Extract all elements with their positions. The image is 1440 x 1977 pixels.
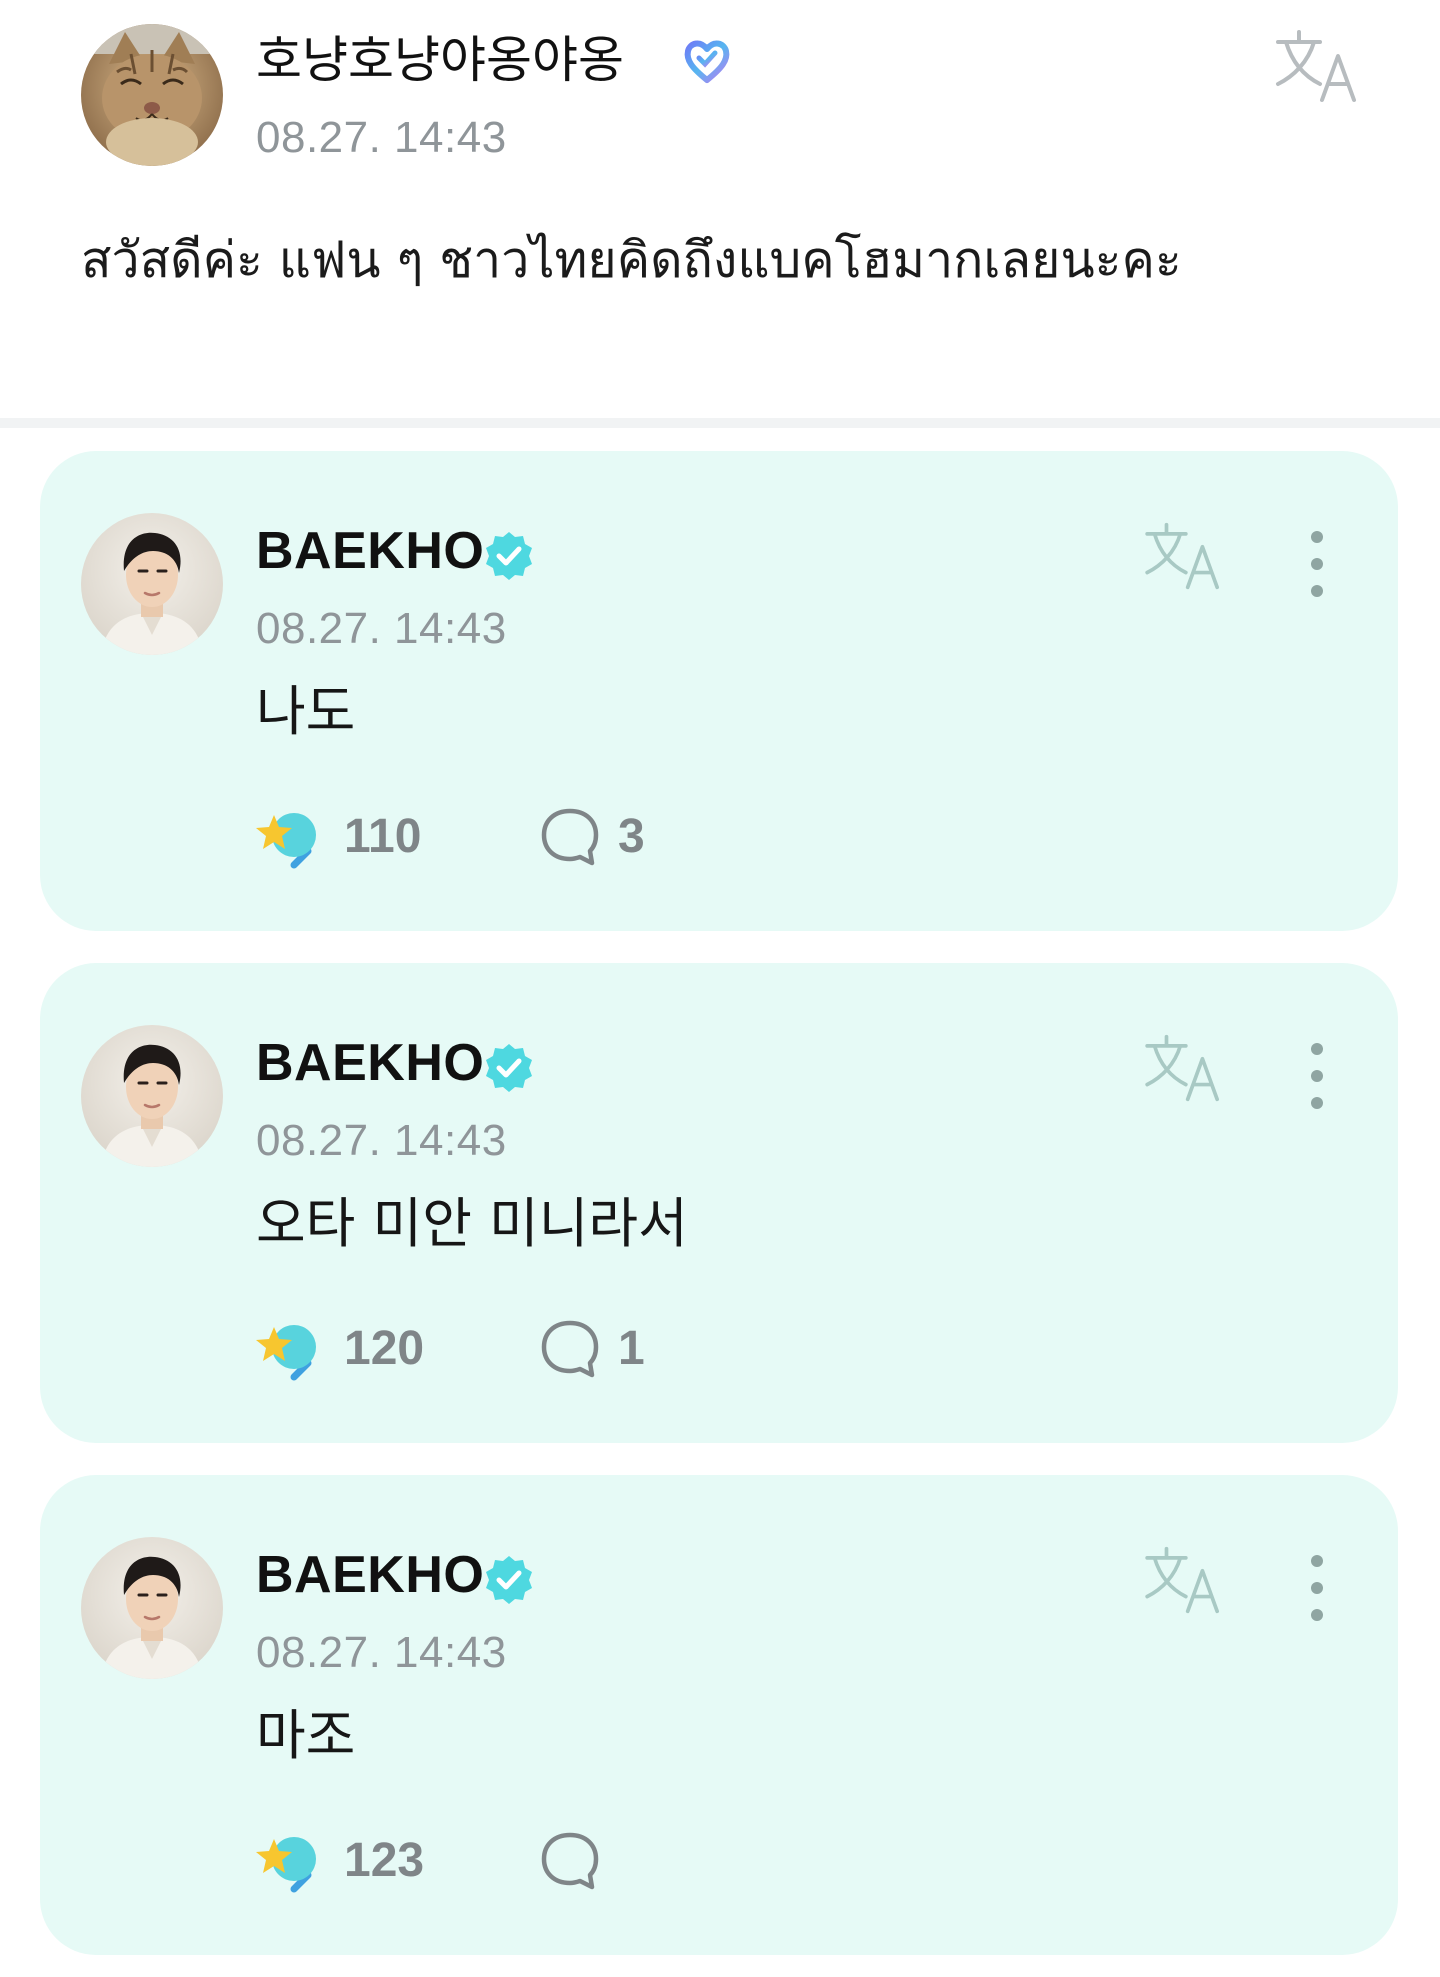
translate-icon[interactable]	[1143, 1545, 1225, 1615]
more-options-icon[interactable]	[1302, 529, 1332, 599]
post-timestamp: 08.27. 14:43	[256, 113, 507, 162]
star-like-icon[interactable]	[256, 1829, 322, 1893]
comment-text: 나도	[256, 680, 356, 743]
translate-icon[interactable]	[1143, 521, 1225, 591]
more-options-icon[interactable]	[1302, 1041, 1332, 1111]
avatar[interactable]	[81, 24, 223, 166]
comment-card[interactable]: BAEKHO 08.27. 14:43 마조 123	[40, 1475, 1398, 1955]
cat-avatar-icon	[81, 24, 223, 166]
reply-bubble-icon[interactable]	[540, 1829, 600, 1891]
reply-count: 3	[618, 810, 645, 863]
author-name[interactable]: BAEKHO	[256, 1545, 484, 1605]
comment-footer: 120 1	[256, 1317, 856, 1381]
person-avatar-icon	[81, 1537, 223, 1679]
comment-timestamp: 08.27. 14:43	[256, 1628, 507, 1677]
artist-avatar[interactable]	[81, 513, 223, 655]
comment-card[interactable]: BAEKHO 08.27. 14:43 오타 미안 미니라서 120 1	[40, 963, 1398, 1443]
like-count: 110	[344, 810, 422, 863]
author-name[interactable]: BAEKHO	[256, 1033, 484, 1093]
verified-badge-icon	[482, 529, 536, 583]
comment-footer: 110 3	[256, 805, 856, 869]
star-like-icon[interactable]	[256, 805, 322, 869]
artist-avatar[interactable]	[81, 1537, 223, 1679]
comment-footer: 123	[256, 1829, 856, 1893]
reply-bubble-icon[interactable]	[540, 805, 600, 867]
divider	[0, 418, 1440, 428]
artist-avatar[interactable]	[81, 1025, 223, 1167]
verified-badge-icon	[482, 1553, 536, 1607]
comment-text: 마조	[256, 1704, 356, 1767]
comment-text: 오타 미안 미니라서	[256, 1192, 688, 1255]
like-count: 123	[344, 1834, 425, 1887]
reply-count: 1	[618, 1322, 645, 1375]
verified-badge-icon	[482, 1041, 536, 1095]
comment-timestamp: 08.27. 14:43	[256, 1116, 507, 1165]
like-count: 120	[344, 1322, 425, 1375]
comment-timestamp: 08.27. 14:43	[256, 604, 507, 653]
fan-post: 호냥호냥야옹야옹 08.27. 14:43 สวัสดีค่ะ แฟน ๆ ชา…	[0, 0, 1440, 418]
fan-heart-badge-icon	[682, 36, 732, 86]
more-options-icon[interactable]	[1302, 1553, 1332, 1623]
reply-bubble-icon[interactable]	[540, 1317, 600, 1379]
author-name[interactable]: 호냥호냥야옹야옹	[256, 30, 624, 90]
comment-card[interactable]: BAEKHO 08.27. 14:43 나도 110 3	[40, 451, 1398, 931]
person-avatar-icon	[81, 513, 223, 655]
author-name[interactable]: BAEKHO	[256, 521, 484, 581]
translate-icon[interactable]	[1274, 28, 1362, 104]
post-body: สวัสดีค่ะ แฟน ๆ ชาวไทยคิดถึงแบคโฮมากเลยน…	[81, 231, 1182, 289]
person-avatar-icon	[81, 1025, 223, 1167]
translate-icon[interactable]	[1143, 1033, 1225, 1103]
star-like-icon[interactable]	[256, 1317, 322, 1381]
